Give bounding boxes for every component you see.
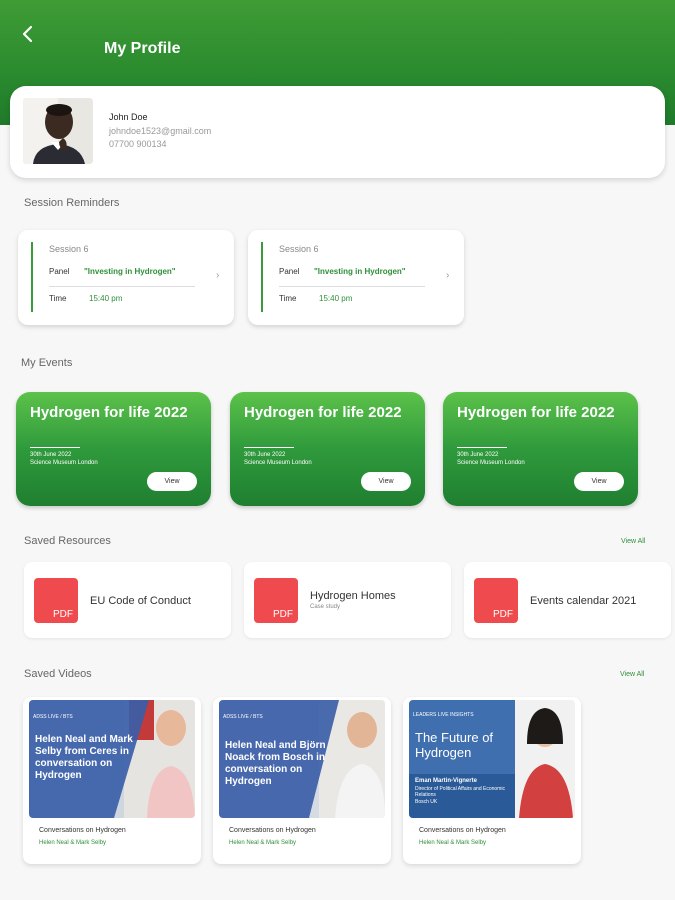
- video-thumb-text: The Future of Hydrogen: [415, 730, 494, 760]
- accent-bar: [261, 242, 263, 312]
- section-title-resources: Saved Resources: [24, 535, 111, 547]
- panel-label: Panel: [49, 267, 70, 276]
- time-label: Time: [279, 294, 297, 303]
- video-thumbnail[interactable]: ADSS LIVE / BTS Helen Neal and Björn Noa…: [219, 700, 385, 818]
- video-thumbnail[interactable]: LEADERS LIVE INSIGHTS The Future of Hydr…: [409, 700, 575, 818]
- event-card[interactable]: Hydrogen for life 2022 30th June 2022 Sc…: [230, 392, 425, 506]
- video-tag: LEADERS LIVE INSIGHTS: [413, 712, 474, 718]
- video-thumb-text: Helen Neal and Björn Noack from Bosch in…: [225, 740, 326, 787]
- video-card[interactable]: LEADERS LIVE INSIGHTS The Future of Hydr…: [403, 697, 581, 864]
- view-all-videos-link[interactable]: View All: [620, 671, 644, 678]
- video-title: Conversations on Hydrogen: [39, 827, 126, 834]
- time-value: 15:40 pm: [319, 294, 353, 303]
- event-title: Hydrogen for life 2022: [30, 404, 188, 421]
- pdf-icon: PDF: [254, 578, 298, 623]
- divider: [279, 286, 425, 287]
- event-location: Science Museum London: [457, 460, 525, 466]
- session-card[interactable]: Session 6 Panel "Investing in Hydrogen" …: [248, 230, 464, 325]
- view-event-button[interactable]: View: [147, 472, 197, 491]
- video-card[interactable]: ADSS LIVE / BTS Helen Neal and Björn Noa…: [213, 697, 391, 864]
- event-location: Science Museum London: [30, 460, 98, 466]
- view-all-resources-link[interactable]: View All: [621, 538, 645, 545]
- section-title-videos: Saved Videos: [24, 668, 92, 680]
- panel-label: Panel: [279, 267, 300, 276]
- video-thumb-text: Helen Neal and Mark Selby from Ceres in …: [35, 734, 133, 781]
- event-title: Hydrogen for life 2022: [457, 404, 615, 421]
- divider: [49, 286, 195, 287]
- event-title: Hydrogen for life 2022: [244, 404, 402, 421]
- resource-card[interactable]: PDF EU Code of Conduct: [24, 562, 231, 638]
- time-value: 15:40 pm: [89, 294, 123, 303]
- video-tag: ADSS LIVE / BTS: [223, 714, 263, 720]
- video-speaker-role: Director of Political Affairs and Econom…: [415, 786, 505, 798]
- divider: [30, 447, 80, 448]
- session-title: Session 6: [49, 244, 89, 254]
- panel-value: "Investing in Hydrogen": [84, 267, 176, 276]
- view-event-button[interactable]: View: [361, 472, 411, 491]
- resource-subtitle: Case study: [310, 604, 341, 610]
- event-location: Science Museum London: [244, 460, 312, 466]
- event-date: 30th June 2022: [244, 452, 286, 458]
- resource-title: Hydrogen Homes: [310, 590, 396, 602]
- session-title: Session 6: [279, 244, 319, 254]
- section-title-events: My Events: [21, 357, 73, 369]
- video-subtitle: Helen Neal & Mark Selby: [39, 840, 107, 846]
- profile-phone: 07700 900134: [109, 139, 167, 149]
- panel-value: "Investing in Hydrogen": [314, 267, 406, 276]
- resource-title: EU Code of Conduct: [90, 595, 191, 607]
- pdf-icon: PDF: [34, 578, 78, 623]
- divider: [244, 447, 294, 448]
- resource-card[interactable]: PDF Events calendar 2021: [464, 562, 671, 638]
- divider: [457, 447, 507, 448]
- avatar: [23, 98, 93, 164]
- video-title: Conversations on Hydrogen: [419, 827, 506, 834]
- session-card[interactable]: Session 6 Panel "Investing in Hydrogen" …: [18, 230, 234, 325]
- event-date: 30th June 2022: [457, 452, 499, 458]
- event-date: 30th June 2022: [30, 452, 72, 458]
- video-tag: ADSS LIVE / BTS: [33, 714, 73, 720]
- resource-card[interactable]: PDF Hydrogen Homes Case study: [244, 562, 451, 638]
- chevron-right-icon[interactable]: ›: [216, 270, 219, 281]
- chevron-right-icon[interactable]: ›: [446, 270, 449, 281]
- video-title: Conversations on Hydrogen: [229, 827, 316, 834]
- resource-title: Events calendar 2021: [530, 595, 637, 607]
- time-label: Time: [49, 294, 67, 303]
- video-card[interactable]: ADSS LIVE / BTS Helen Neal and Mark Selb…: [23, 697, 201, 864]
- page-title: My Profile: [104, 40, 181, 57]
- event-card[interactable]: Hydrogen for life 2022 30th June 2022 Sc…: [443, 392, 638, 506]
- view-event-button[interactable]: View: [574, 472, 624, 491]
- accent-bar: [31, 242, 33, 312]
- profile-name: John Doe: [109, 112, 148, 122]
- video-thumbnail[interactable]: ADSS LIVE / BTS Helen Neal and Mark Selb…: [29, 700, 195, 818]
- video-subtitle: Helen Neal & Mark Selby: [229, 840, 297, 846]
- video-speaker-org: Bosch UK: [415, 799, 438, 805]
- profile-card[interactable]: John Doe johndoe1523@gmail.com 07700 900…: [10, 86, 665, 178]
- chevron-left-icon[interactable]: [16, 22, 40, 46]
- section-title-sessions: Session Reminders: [24, 197, 120, 209]
- video-speaker: Eman Martin-Vignerte: [415, 778, 477, 784]
- profile-email: johndoe1523@gmail.com: [109, 126, 212, 136]
- video-subtitle: Helen Neal & Mark Selby: [419, 840, 487, 846]
- event-card[interactable]: Hydrogen for life 2022 30th June 2022 Sc…: [16, 392, 211, 506]
- pdf-icon: PDF: [474, 578, 518, 623]
